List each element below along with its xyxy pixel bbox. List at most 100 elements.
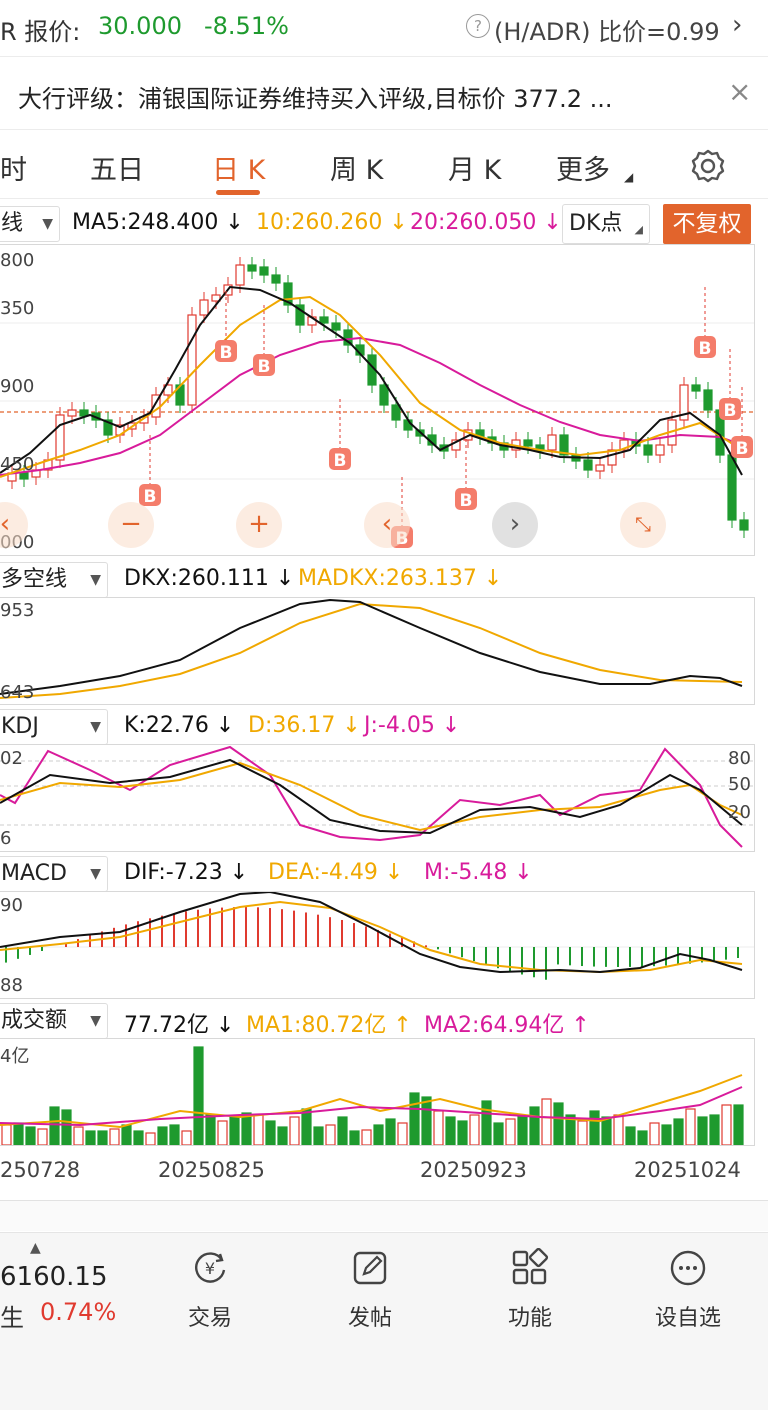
dkx-legend: DKX:260.111 ↓ <box>124 566 295 591</box>
candle-body <box>655 444 665 456</box>
candle-body <box>199 299 209 316</box>
dropdown-icon: ▼ <box>90 866 101 882</box>
adr-quote-bar[interactable]: R 报价: 30.000 -8.51% ? (H/ADR) 比价=0.99 › <box>0 0 768 56</box>
more-triangle-icon: ◢ <box>624 170 634 184</box>
tab-time[interactable]: 时 <box>0 148 27 187</box>
adr-price-label: R 报价: <box>0 18 81 46</box>
volume-bar <box>457 1120 468 1146</box>
volume-bar <box>481 1100 492 1146</box>
tab-weekly-k[interactable]: 周 K <box>330 148 383 187</box>
nav-watchlist[interactable]: 设自选 <box>638 1248 738 1332</box>
candle-body <box>595 464 605 472</box>
rating-notice[interactable]: 大行评级：浦银国际证券维持买入评级,目标价 377.2 ... × <box>0 57 768 129</box>
volume-bar <box>25 1126 36 1146</box>
volume-bar <box>361 1129 372 1146</box>
buy-marker-label: B <box>460 491 473 511</box>
close-icon[interactable]: × <box>728 75 751 108</box>
nav-post[interactable]: 发帖 <box>320 1248 420 1332</box>
candle-body <box>547 434 557 451</box>
candle-body <box>391 404 401 421</box>
ma5-legend: MA5:248.400 ↓ <box>72 210 244 235</box>
dkx-indicator-label: 多空线 <box>1 567 68 592</box>
scroll-left-icon[interactable]: ‹ <box>364 502 410 548</box>
volume-bar <box>325 1124 336 1146</box>
dropdown-icon: ▼ <box>42 216 53 232</box>
volume-bar <box>649 1122 660 1146</box>
tab-more[interactable]: 更多 <box>556 148 610 187</box>
buy-marker-label: B <box>699 339 712 359</box>
volume-bar <box>577 1120 588 1146</box>
volume-bar <box>373 1124 384 1146</box>
volume-bar <box>217 1120 228 1146</box>
nav-trade[interactable]: ¥ 交易 <box>160 1248 260 1332</box>
volume-bar <box>637 1130 648 1146</box>
volume-bar <box>181 1130 192 1146</box>
scroll-right-icon[interactable]: › <box>492 502 538 548</box>
nav-function[interactable]: 功能 <box>480 1247 580 1332</box>
fullscreen-icon[interactable]: ⤡ <box>620 502 666 548</box>
tab-monthly-k[interactable]: 月 K <box>448 148 501 187</box>
chevron-right-icon[interactable]: › <box>732 10 742 40</box>
buy-marker-label: B <box>258 357 271 377</box>
help-icon[interactable]: ? <box>466 14 490 38</box>
tab-daily-k[interactable]: 日 K <box>212 148 265 187</box>
kdj-level-20: 20 <box>728 802 751 823</box>
volume-bar <box>169 1124 180 1146</box>
volume-bar <box>145 1132 156 1146</box>
volume-bar <box>697 1116 708 1146</box>
volume-bar <box>613 1114 624 1146</box>
volume-bar <box>109 1128 120 1146</box>
volume-bar <box>529 1106 540 1146</box>
kdj-d-legend: D:36.17 ↓ <box>248 713 361 738</box>
volume-bar <box>493 1122 504 1146</box>
dkx-indicator-select[interactable]: 多空线 ▼ <box>0 562 108 598</box>
volume-chart[interactable] <box>0 1038 755 1146</box>
kdj-y-bottom: 6 <box>0 828 12 849</box>
candle-body <box>259 266 269 276</box>
settings-icon[interactable] <box>690 148 726 184</box>
adr-change: -8.51% <box>204 12 289 40</box>
index-value[interactable]: 6160.15 <box>0 1262 108 1292</box>
volume-bar <box>61 1109 72 1146</box>
date-label-1: 20250825 <box>158 1158 265 1182</box>
adjust-button[interactable]: 不复权 <box>663 204 751 244</box>
tab-five-day[interactable]: 五日 <box>90 148 144 187</box>
zoom-out-icon[interactable]: − <box>108 502 154 548</box>
volume-bar <box>349 1130 360 1146</box>
nav-post-label: 发帖 <box>347 1306 392 1331</box>
volume-y-top: 4亿 <box>0 1046 30 1067</box>
volume-bar <box>709 1114 720 1146</box>
volume-indicator-select[interactable]: 成交额 ▼ <box>0 1003 108 1039</box>
macd-y-bottom: 88 <box>0 975 23 996</box>
main-indicator-select[interactable]: 线 ▼ <box>0 206 60 242</box>
zoom-in-icon[interactable]: + <box>236 502 282 548</box>
macd-indicator-select[interactable]: MACD ▼ <box>0 856 108 892</box>
dk-point-button[interactable]: DK点 ◢ <box>562 204 650 244</box>
dkx-chart[interactable] <box>0 597 755 705</box>
volume-bar <box>661 1124 672 1146</box>
kline-y-label-2: 900 <box>0 376 35 397</box>
volume-bar <box>241 1112 252 1146</box>
edit-icon <box>353 1251 387 1285</box>
dropdown-icon: ▼ <box>90 572 101 588</box>
kdj-indicator-select[interactable]: KDJ ▼ <box>0 709 108 745</box>
grid-icon <box>512 1247 549 1285</box>
kline-y-label-3: 450 <box>0 454 35 475</box>
kdj-k-legend: K:22.76 ↓ <box>124 713 235 738</box>
volume-bar <box>421 1096 432 1146</box>
kdj-indicator-label: KDJ <box>1 714 39 739</box>
volume-ma2-legend: MA2:64.94亿 ↑ <box>424 1013 590 1038</box>
svg-text:¥: ¥ <box>205 1259 215 1278</box>
macd-y-top: 90 <box>0 895 23 916</box>
kdj-chart[interactable] <box>0 744 755 852</box>
candle-body <box>739 519 749 531</box>
expand-up-icon[interactable]: ▲ <box>30 1240 41 1256</box>
dropdown-icon: ▼ <box>90 719 101 735</box>
macd-chart[interactable] <box>0 890 755 999</box>
volume-bar <box>289 1116 300 1146</box>
index-change: 0.74% <box>40 1298 117 1326</box>
volume-bar <box>685 1108 696 1146</box>
volume-bar <box>229 1116 240 1146</box>
volume-bar <box>733 1104 744 1146</box>
volume-bar <box>85 1130 96 1146</box>
